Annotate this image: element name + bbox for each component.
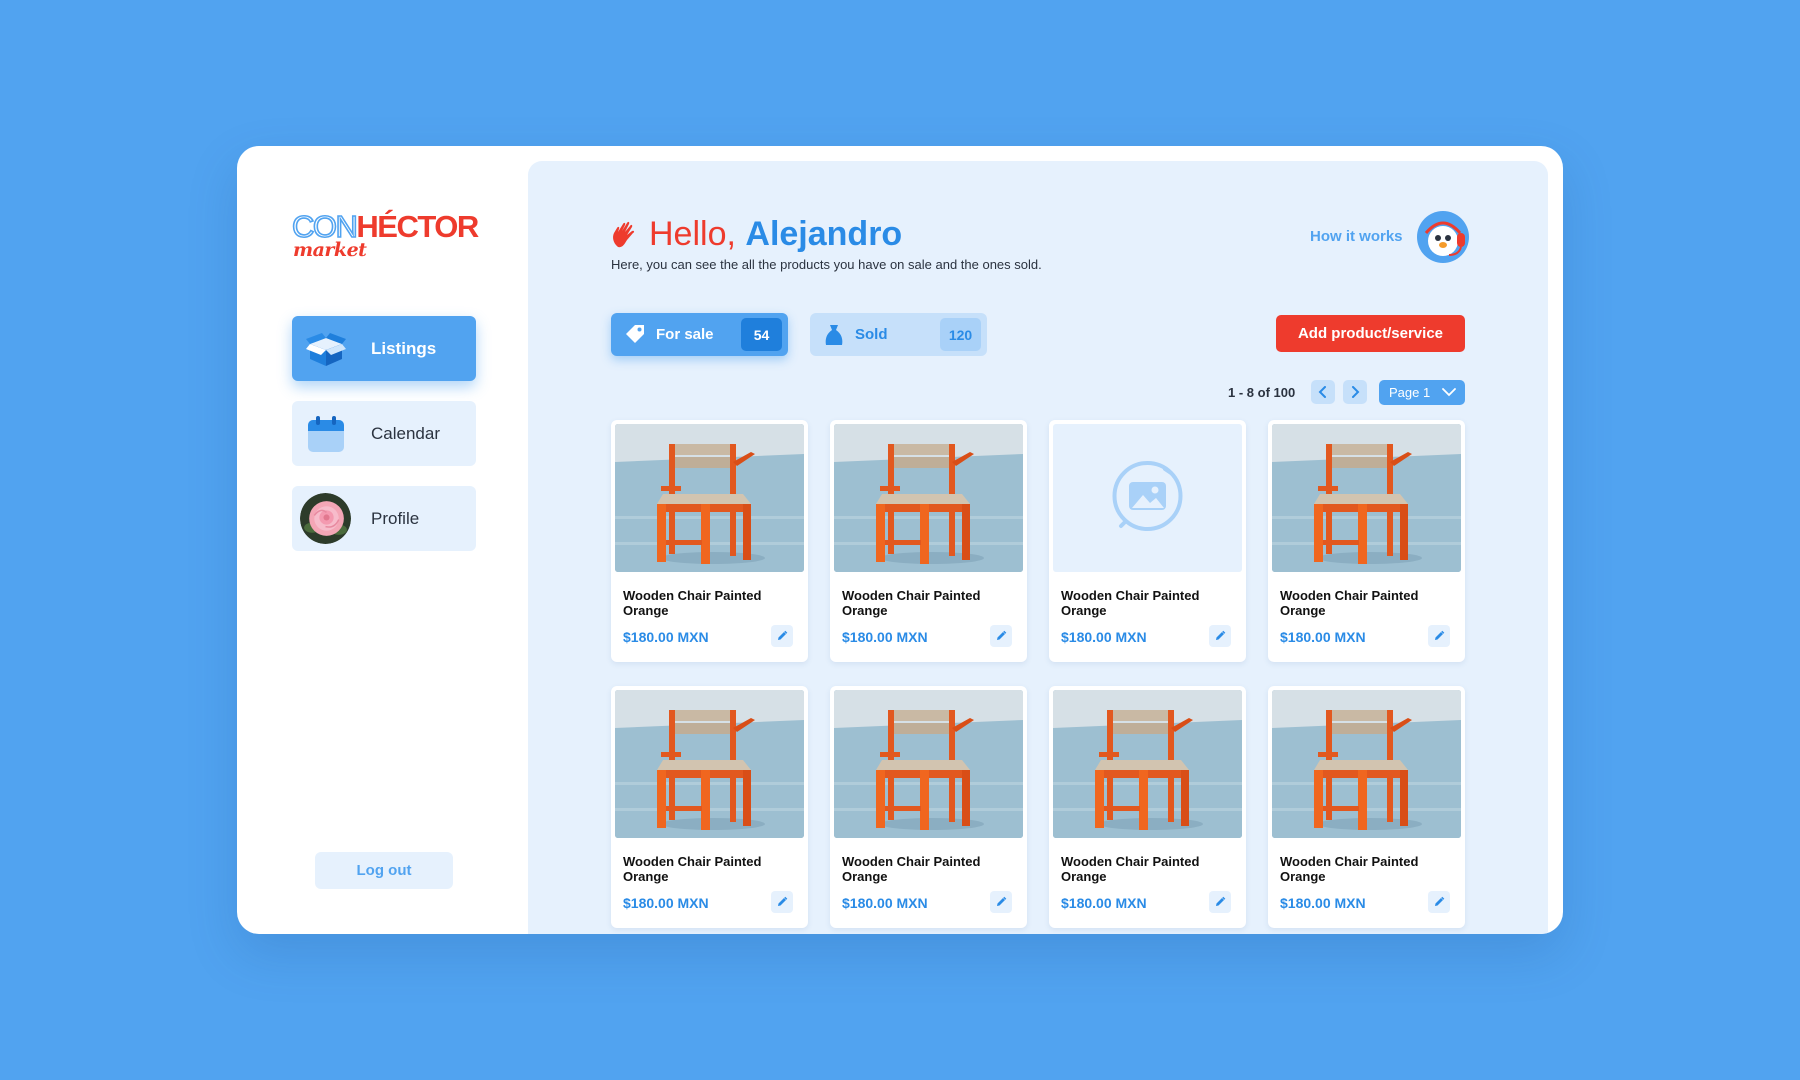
sidebar-item-label: Listings	[371, 338, 437, 358]
edit-product-button[interactable]	[771, 891, 793, 913]
product-image	[1272, 690, 1461, 838]
product-image	[1053, 690, 1242, 838]
product-price: $180.00 MXN	[842, 895, 928, 911]
pagination-range: 1 - 8 of 100	[1228, 385, 1296, 400]
edit-product-button[interactable]	[1428, 625, 1450, 647]
box-icon	[306, 333, 346, 366]
for-sale-label: For sale	[656, 326, 714, 343]
sidebar-item-label: Profile	[371, 508, 420, 528]
sidebar-item-label: Calendar	[371, 423, 440, 443]
for-sale-filter-button[interactable]: For sale 54	[611, 313, 788, 356]
product-title: Wooden Chair Painted Orange	[623, 588, 762, 618]
pencil-icon	[778, 896, 788, 906]
chevron-left-icon	[1318, 386, 1326, 398]
logo-text-market: market	[293, 239, 367, 261]
page-subtitle: Here, you can see the all the products y…	[611, 257, 1042, 272]
edit-product-button[interactable]	[990, 625, 1012, 647]
product-image	[834, 690, 1023, 838]
brand-logo[interactable]: CONHÉCTOR market	[291, 209, 482, 266]
sold-filter-button[interactable]: Sold 120	[810, 313, 987, 356]
how-it-works-link[interactable]: How it works	[1310, 228, 1403, 245]
product-card[interactable]: Wooden Chair Painted Orange $180.00 MXN	[1049, 420, 1246, 662]
chevron-right-icon	[1352, 386, 1360, 398]
sidebar-item-calendar[interactable]: Calendar	[292, 401, 476, 466]
bag-icon	[825, 325, 843, 345]
product-price: $180.00 MXN	[842, 629, 928, 645]
greeting-text: Hello,	[649, 215, 736, 253]
product-image	[1272, 424, 1461, 572]
for-sale-count-badge: 54	[741, 318, 782, 351]
edit-product-button[interactable]	[1209, 891, 1231, 913]
product-title: Wooden Chair Painted Orange	[1061, 854, 1200, 884]
logo-text-hector: HÉCTOR	[356, 209, 479, 244]
next-page-button[interactable]	[1343, 380, 1367, 404]
logout-button[interactable]: Log out	[315, 852, 453, 889]
tag-icon	[626, 325, 644, 343]
product-price: $180.00 MXN	[1280, 895, 1366, 911]
product-title: Wooden Chair Painted Orange	[842, 588, 981, 618]
add-product-button[interactable]: Add product/service	[1276, 315, 1465, 352]
pencil-icon	[997, 896, 1007, 906]
chevron-down-icon	[1442, 388, 1456, 397]
app-window: CONHÉCTOR market Listings Calendar Profi…	[237, 146, 1563, 934]
edit-product-button[interactable]	[990, 891, 1012, 913]
sold-count-badge: 120	[940, 318, 981, 351]
product-card[interactable]: Wooden Chair Painted Orange $180.00 MXN	[611, 686, 808, 928]
product-image	[615, 690, 804, 838]
greeting: Hello, Alejandro	[611, 215, 902, 254]
product-card[interactable]: Wooden Chair Painted Orange $180.00 MXN	[1049, 686, 1246, 928]
product-image	[834, 424, 1023, 572]
product-price: $180.00 MXN	[1061, 895, 1147, 911]
page-select-value: Page 1	[1389, 385, 1431, 400]
sidebar-item-listings[interactable]: Listings	[292, 316, 476, 381]
pencil-icon	[1216, 896, 1226, 906]
pencil-icon	[1216, 630, 1226, 640]
pencil-icon	[997, 630, 1007, 640]
helper-mascot-avatar[interactable]	[1417, 211, 1469, 263]
product-card[interactable]: Wooden Chair Painted Orange $180.00 MXN	[830, 686, 1027, 928]
pencil-icon	[1435, 630, 1445, 640]
product-title: Wooden Chair Painted Orange	[623, 854, 762, 884]
product-card[interactable]: Wooden Chair Painted Orange $180.00 MXN	[1268, 686, 1465, 928]
pencil-icon	[1435, 896, 1445, 906]
previous-page-button[interactable]	[1311, 380, 1335, 404]
product-price: $180.00 MXN	[623, 629, 709, 645]
main-panel: Hello, Alejandro Here, you can see the a…	[528, 161, 1548, 934]
product-title: Wooden Chair Painted Orange	[1061, 588, 1200, 618]
image-placeholder-icon	[1053, 424, 1242, 572]
avatar	[300, 493, 351, 544]
edit-product-button[interactable]	[1428, 891, 1450, 913]
edit-product-button[interactable]	[771, 625, 793, 647]
pencil-icon	[778, 630, 788, 640]
product-card[interactable]: Wooden Chair Painted Orange $180.00 MXN	[611, 420, 808, 662]
product-title: Wooden Chair Painted Orange	[1280, 588, 1419, 618]
edit-product-button[interactable]	[1209, 625, 1231, 647]
product-image	[615, 424, 804, 572]
sold-label: Sold	[855, 326, 888, 343]
product-price: $180.00 MXN	[1280, 629, 1366, 645]
product-price: $180.00 MXN	[623, 895, 709, 911]
sidebar-item-profile[interactable]: Profile	[292, 486, 476, 551]
user-name: Alejandro	[745, 215, 903, 253]
sidebar: CONHÉCTOR market Listings Calendar Profi…	[237, 146, 528, 934]
calendar-icon	[308, 416, 344, 452]
product-card[interactable]: Wooden Chair Painted Orange $180.00 MXN	[1268, 420, 1465, 662]
product-title: Wooden Chair Painted Orange	[1280, 854, 1419, 884]
product-card[interactable]: Wooden Chair Painted Orange $180.00 MXN	[830, 420, 1027, 662]
product-price: $180.00 MXN	[1061, 629, 1147, 645]
waving-hand-icon	[613, 221, 635, 247]
product-title: Wooden Chair Painted Orange	[842, 854, 981, 884]
page-select-dropdown[interactable]: Page 1	[1379, 380, 1465, 405]
